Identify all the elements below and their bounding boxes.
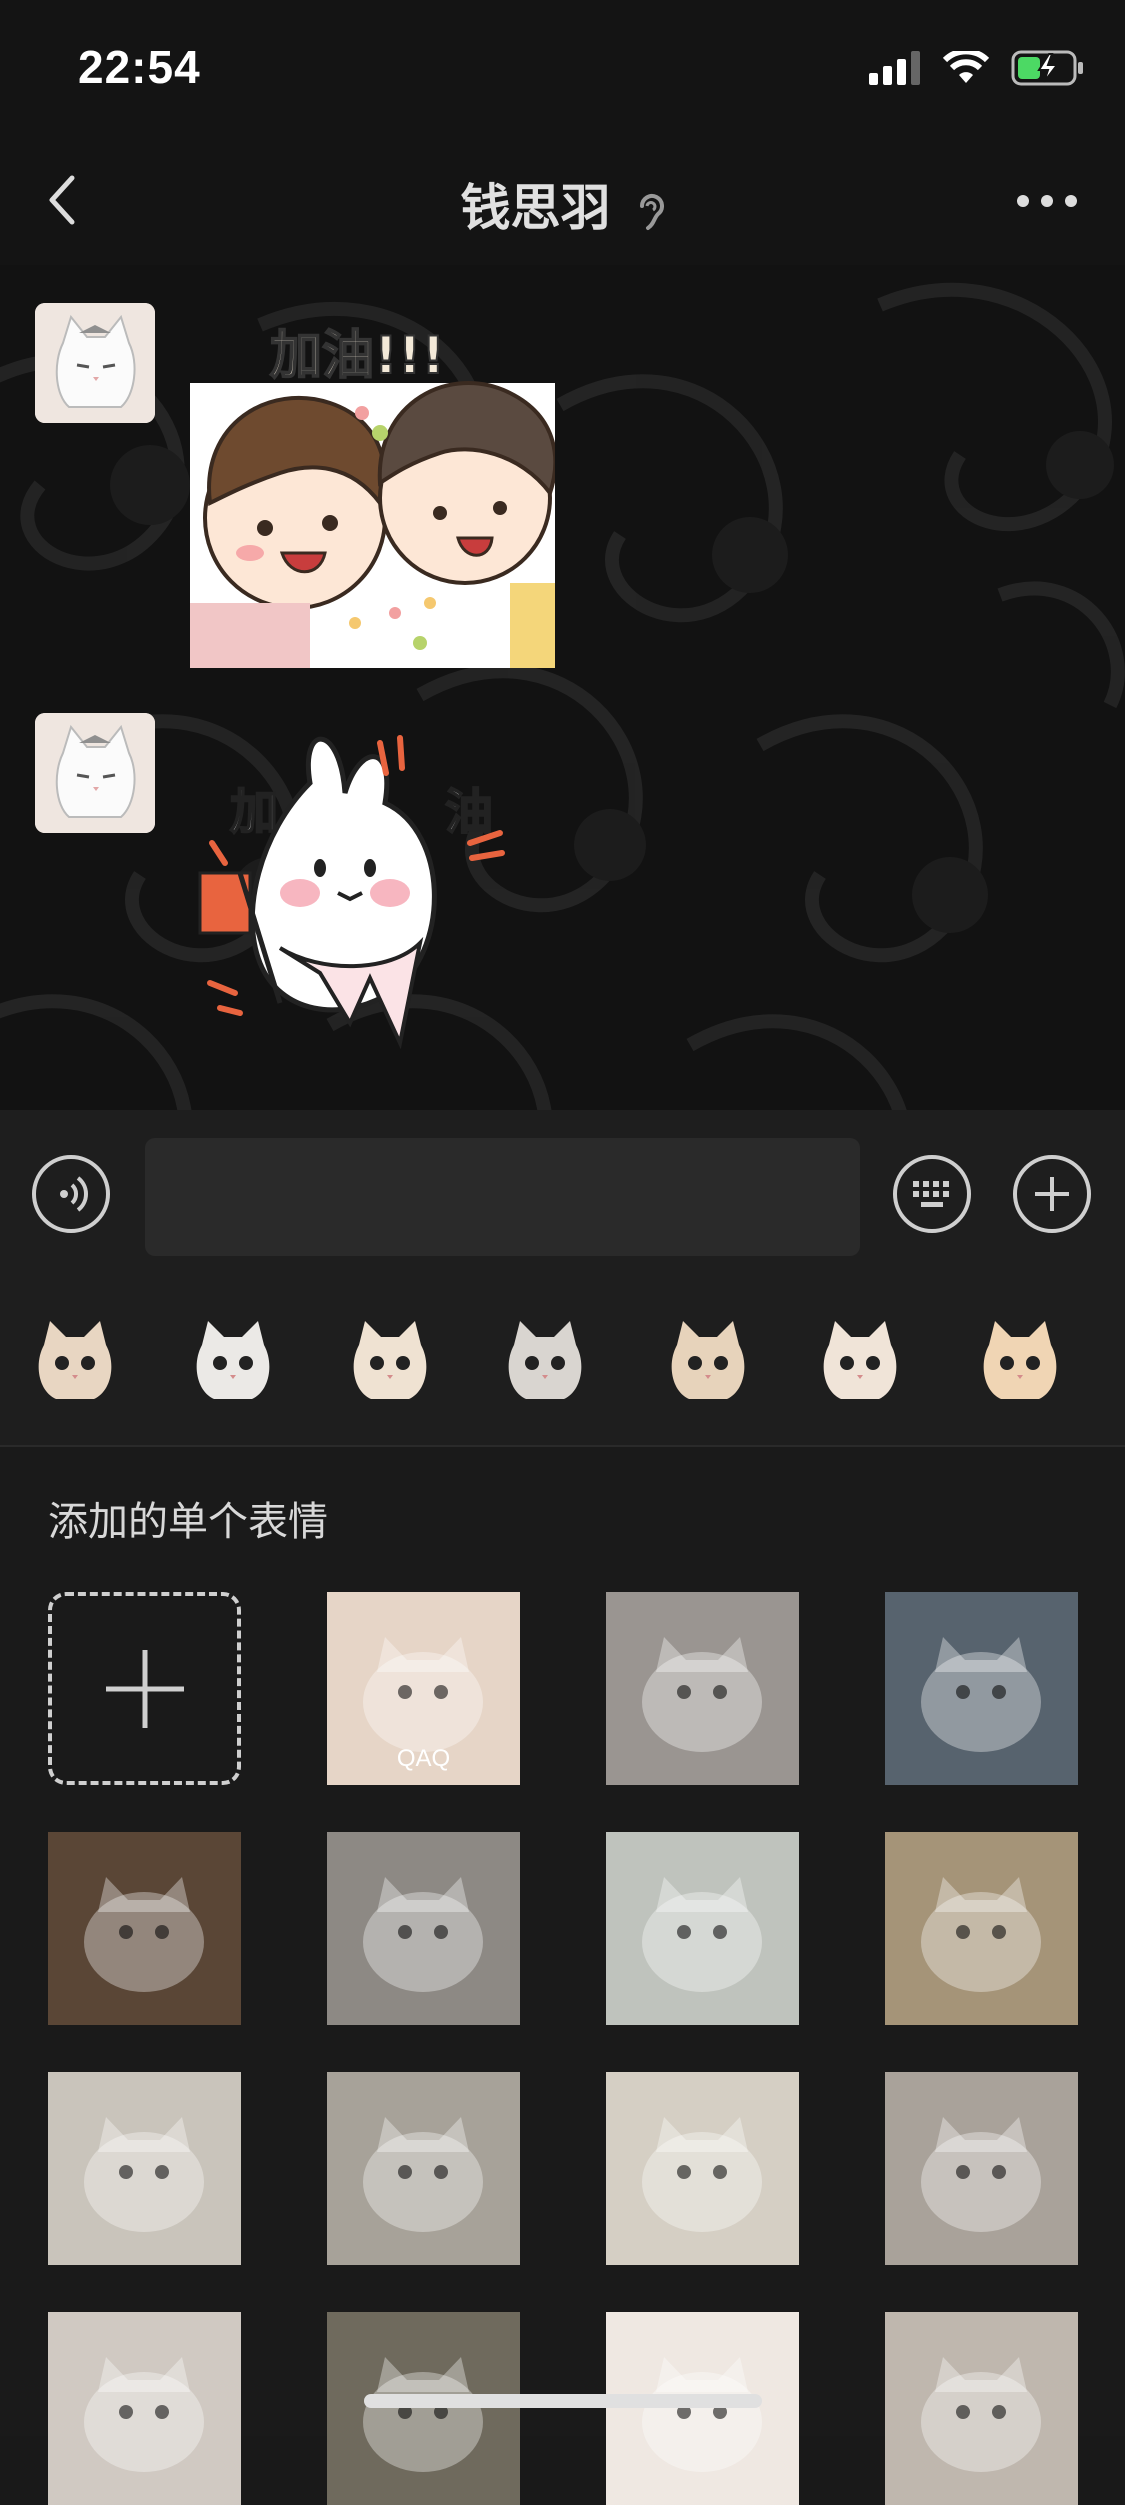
cat-face-icon [353,1321,427,1399]
sticker-pack-tab[interactable] [975,1315,1065,1405]
signal-icon [869,51,920,85]
chat-area[interactable]: 加油!!! 加 油 [0,265,1125,1110]
cat-photo-image [363,2357,483,2472]
sticker-caption: QAQ [396,1745,451,1772]
status-time: 22:54 [78,41,201,93]
sticker-jiayou-boys[interactable]: 加油!!! [190,313,555,668]
panel-title: 添加的单个表情 [48,1500,328,1544]
sticker-pack-tab[interactable] [188,1315,278,1405]
voice-icon [60,1176,88,1212]
saved-sticker[interactable] [606,1592,799,1785]
more-button[interactable] [1017,195,1077,207]
add-more-button[interactable] [1013,1155,1091,1233]
cat-photo-image [363,1877,483,1992]
cat-photo-image [921,1877,1041,1992]
chat-message: 加油!!! [35,303,595,673]
cat-photo-image [921,1637,1041,1752]
add-sticker-button[interactable] [48,1592,241,1785]
message-input[interactable] [145,1138,860,1256]
cat-face-icon [196,1321,270,1399]
sticker-text-left: 加 [230,784,278,840]
more-dot [1017,195,1029,207]
saved-sticker[interactable] [48,1832,241,2025]
saved-sticker[interactable] [885,2312,1078,2505]
cat-face-icon [823,1321,897,1399]
keyboard-button[interactable] [893,1155,971,1233]
saved-sticker[interactable] [606,2072,799,2265]
home-indicator [364,2394,762,2408]
cat-photo-image [84,2357,204,2472]
voice-button[interactable] [32,1155,110,1233]
input-bar [0,1110,1125,1275]
cat-avatar-image [35,303,155,423]
cat-photo-image [84,2117,204,2232]
keyboard-icon [913,1181,949,1207]
saved-sticker[interactable] [885,1592,1078,1785]
cat-photo-image [642,1637,762,1752]
cat-face-icon [508,1321,582,1399]
sticker-text: 加油!!! [270,326,445,386]
more-dot [1041,195,1053,207]
saved-sticker[interactable] [48,2072,241,2265]
saved-sticker[interactable] [606,1832,799,2025]
cat-photo-image [84,1877,204,1992]
sticker-pack-tabs [0,1275,1125,1447]
chat-title: 钱思羽 [0,168,1125,240]
contact-name: 钱思羽 [460,180,611,236]
battery-charging-icon [1011,50,1083,86]
cat-photo-image [921,2357,1041,2472]
plus-icon [105,1649,184,1728]
cat-avatar-image [35,713,155,833]
sticker-pack-tab[interactable] [30,1315,120,1405]
cat-photo-image [642,2117,762,2232]
saved-sticker[interactable] [327,1832,520,2025]
top-bar: 22:54 钱思羽 [0,0,1125,265]
plus-icon [1035,1177,1069,1211]
cat-photo-image [921,2117,1041,2232]
sticker-pack-tab[interactable] [345,1315,435,1405]
saved-sticker[interactable] [327,2072,520,2265]
cat-photo-image [642,1877,762,1992]
saved-sticker[interactable]: QAQ [327,1592,520,1785]
contact-avatar[interactable] [35,303,155,423]
wifi-icon [943,51,989,83]
saved-sticker[interactable] [606,2312,799,2505]
sticker-panel: 添加的单个表情 QAQ [0,1447,1125,2505]
sticker-pack-tab[interactable] [500,1315,590,1405]
saved-sticker[interactable] [885,2072,1078,2265]
cat-face-icon [671,1321,745,1399]
contact-avatar[interactable] [35,713,155,833]
cat-face-icon [38,1321,112,1399]
sticker-pack-tab[interactable] [663,1315,753,1405]
navigation-bar: 钱思羽 [0,150,1125,250]
cat-photo-image [642,2357,762,2472]
saved-sticker[interactable] [885,1832,1078,2025]
ear-icon [640,193,665,230]
saved-sticker[interactable] [48,2312,241,2505]
sticker-text-right: 油 [445,784,493,840]
more-dot [1065,195,1077,207]
saved-sticker[interactable] [327,2312,520,2505]
cat-photo-image [363,2117,483,2232]
cat-face-icon [983,1321,1057,1399]
status-icons [869,48,1085,88]
sticker-jiayou-bunny[interactable]: 加 油 [190,723,550,1083]
sticker-pack-tab[interactable] [815,1315,905,1405]
chat-message: 加 油 [35,713,595,1093]
